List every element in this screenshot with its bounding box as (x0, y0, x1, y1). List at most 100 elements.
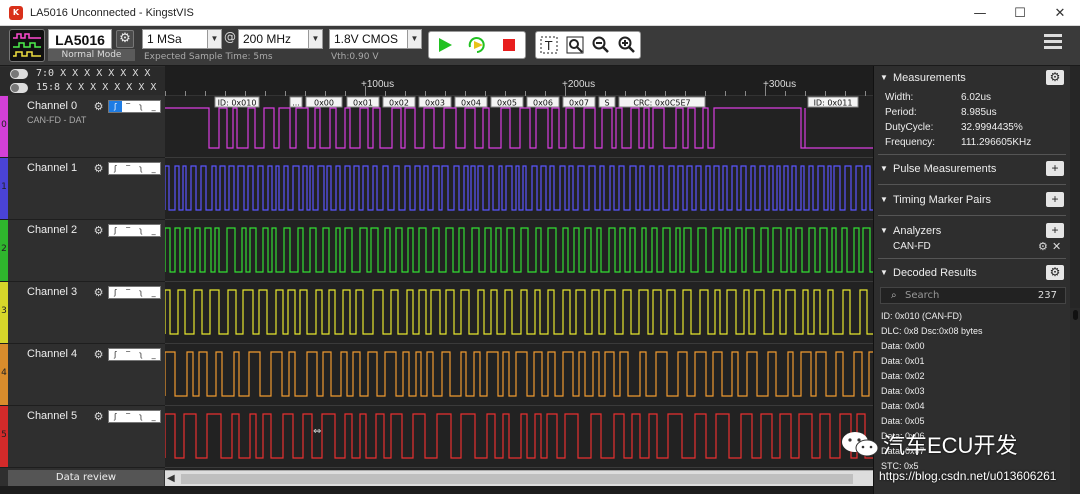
start-button[interactable] (429, 32, 461, 58)
waveform-trace-4 (165, 351, 873, 397)
trigger-edge-button[interactable]: _ (147, 101, 160, 112)
waveform-lane-5[interactable] (165, 406, 873, 468)
data-review-button[interactable]: Data review (8, 470, 164, 486)
trigger-edge-button[interactable]: ʅ (135, 101, 148, 112)
scroll-thumb[interactable] (181, 474, 853, 484)
horizontal-scrollbar[interactable]: ◀ (165, 470, 873, 486)
decoded-result-row[interactable]: ID: 0x010 (CAN-FD) (881, 311, 962, 321)
trigger-edge-button[interactable]: _ (147, 163, 160, 174)
waveform-lane-0[interactable]: ID: 0x010... 0x00 0x01 0x02 0x03 0x04 0x05 0x06… (165, 96, 873, 158)
decoded-result-row[interactable]: Data: 0x01 (881, 356, 925, 366)
analyzer-can-fd[interactable]: CAN-FD (893, 241, 931, 252)
panel-scrollbar[interactable] (1070, 66, 1080, 308)
trigger-edge-button[interactable]: ʃ (109, 287, 122, 298)
decode-label-text: ID: 0x010 (218, 99, 257, 108)
trigger-edge-button[interactable]: _ (147, 287, 160, 298)
zoom-fit-icon[interactable] (562, 32, 588, 58)
channel-name[interactable]: Channel 0 (27, 100, 77, 112)
trigger-edge-button[interactable]: ‾ (122, 163, 135, 174)
maximize-button[interactable]: ☐ (1000, 0, 1040, 26)
add-timing-marker-plus-icon[interactable]: + (1046, 192, 1064, 207)
scroll-left-icon[interactable]: ◀ (167, 473, 175, 484)
channel-row-3[interactable]: 3 Channel 3 ⚙ ʃ ‾ ʅ _ (0, 282, 165, 344)
close-button[interactable]: ✕ (1040, 0, 1080, 26)
add-analyzer-plus-icon[interactable]: + (1046, 223, 1064, 238)
channel-name[interactable]: Channel 5 (27, 410, 77, 422)
decoded-result-row[interactable]: Data: 0x00 (881, 341, 925, 351)
trigger-edge-button[interactable]: _ (147, 411, 160, 422)
analyzer-settings-gear-icon[interactable]: ⚙ (1038, 240, 1048, 253)
channel-row-1[interactable]: 1 Channel 1 ⚙ ʃ ‾ ʅ _ (0, 158, 165, 220)
device-waveform-icon[interactable] (9, 29, 45, 62)
channel-settings-gear-icon[interactable]: ⚙ (92, 348, 105, 361)
stop-button[interactable] (493, 32, 525, 58)
group-row-7-0[interactable]: 7:0 X X X X X X X X (0, 67, 165, 81)
channel-row-4[interactable]: 4 Channel 4 ⚙ ʃ ‾ ʅ _ (0, 344, 165, 406)
channel-settings-gear-icon[interactable]: ⚙ (92, 410, 105, 423)
channel-settings-gear-icon[interactable]: ⚙ (92, 100, 105, 113)
pulse-measurements-header[interactable]: ▼ Pulse Measurements + (874, 159, 1070, 179)
waveform-area[interactable]: +100us +200us +300us ID: 0x010... 0x00 0x0… (165, 66, 873, 470)
decoded-result-row[interactable]: Data: 0x03 (881, 386, 925, 396)
sample-rate-select[interactable]: 200 MHz ▼ (238, 29, 323, 49)
trigger-edge-button[interactable]: _ (147, 349, 160, 360)
trigger-edge-button[interactable]: ʅ (135, 163, 148, 174)
zoom-out-icon[interactable] (588, 32, 614, 58)
waveform-lane-2[interactable] (165, 220, 873, 282)
channel-row-0[interactable]: 0 Channel 0 CAN-FD - DAT ⚙ ʃ ‾ ʅ _ (0, 96, 165, 158)
analyzers-header[interactable]: ▼ Analyzers + (874, 221, 1070, 241)
trigger-edge-button[interactable]: ʃ (109, 411, 122, 422)
measurements-settings-gear-icon[interactable]: ⚙ (1046, 70, 1064, 85)
trigger-edge-button[interactable]: ‾ (122, 349, 135, 360)
voltage-select[interactable]: 1.8V CMOS ▼ (329, 29, 422, 49)
waveform-lane-4[interactable] (165, 344, 873, 406)
timing-marker-pairs-header[interactable]: ▼ Timing Marker Pairs + (874, 190, 1070, 210)
add-pulse-measurement-plus-icon[interactable]: + (1046, 161, 1064, 176)
decoded-result-row[interactable]: Data: 0x04 (881, 401, 925, 411)
channel-row-5[interactable]: 5 Channel 5 ⚙ ʃ ‾ ʅ _ (0, 406, 165, 468)
decoded-result-row[interactable]: DLC: 0x8 Dsc:0x08 bytes (881, 326, 983, 336)
channel-name[interactable]: Channel 1 (27, 162, 77, 174)
remove-analyzer-close-icon[interactable]: ✕ (1052, 240, 1061, 253)
decoded-settings-gear-icon[interactable]: ⚙ (1046, 265, 1064, 280)
trigger-edge-button[interactable]: ʃ (109, 349, 122, 360)
channel-name[interactable]: Channel 2 (27, 224, 77, 236)
trigger-edge-button[interactable]: ʅ (135, 225, 148, 236)
trigger-edge-button[interactable]: ‾ (122, 225, 135, 236)
waveform-lane-3[interactable] (165, 282, 873, 344)
trigger-edge-button[interactable]: _ (147, 225, 160, 236)
channel-name[interactable]: Channel 3 (27, 286, 77, 298)
repeat-start-button[interactable] (461, 32, 493, 58)
waveform-lane-1[interactable] (165, 158, 873, 220)
device-settings-gear-icon[interactable]: ⚙ (116, 30, 134, 48)
trigger-edge-button[interactable]: ʃ (109, 163, 122, 174)
trigger-edge-button[interactable]: ʅ (135, 287, 148, 298)
trigger-edge-button[interactable]: ‾ (122, 411, 135, 422)
channel-settings-gear-icon[interactable]: ⚙ (92, 224, 105, 237)
measurements-header[interactable]: ▼ Measurements ⚙ (874, 68, 1070, 88)
decoded-results-header[interactable]: ▼ Decoded Results ⚙ (874, 263, 1070, 283)
channel-row-2[interactable]: 2 Channel 2 ⚙ ʃ ‾ ʅ _ (0, 220, 165, 282)
minimize-button[interactable]: — (960, 0, 1000, 26)
toggle-switch[interactable] (10, 83, 28, 93)
group-row-15-8[interactable]: 15:8 X X X X X X X X (0, 81, 165, 95)
time-ruler: +100us +200us +300us (165, 66, 873, 96)
trigger-edge-button[interactable]: ʃ (109, 101, 122, 112)
trigger-edge-button[interactable]: ‾ (122, 287, 135, 298)
channel-settings-gear-icon[interactable]: ⚙ (92, 162, 105, 175)
zoom-in-icon[interactable] (614, 32, 640, 58)
trigger-selector: ʃ ‾ ʅ _ (108, 224, 161, 237)
trigger-edge-button[interactable]: ʅ (135, 349, 148, 360)
channel-name[interactable]: Channel 4 (27, 348, 77, 360)
trigger-edge-button[interactable]: ‾ (122, 101, 135, 112)
menu-hamburger-icon[interactable] (1044, 34, 1062, 50)
trigger-edge-button[interactable]: ʃ (109, 225, 122, 236)
channel-settings-gear-icon[interactable]: ⚙ (92, 286, 105, 299)
text-tool-icon[interactable]: T (536, 32, 562, 58)
scroll-thumb[interactable] (1073, 310, 1078, 320)
trigger-edge-button[interactable]: ʅ (135, 411, 148, 422)
decoded-search-input[interactable]: ⌕ Search 237 (880, 287, 1066, 304)
toggle-switch[interactable] (10, 69, 28, 79)
decoded-result-row[interactable]: Data: 0x02 (881, 371, 925, 381)
sample-depth-select[interactable]: 1 MSa ▼ (142, 29, 222, 49)
